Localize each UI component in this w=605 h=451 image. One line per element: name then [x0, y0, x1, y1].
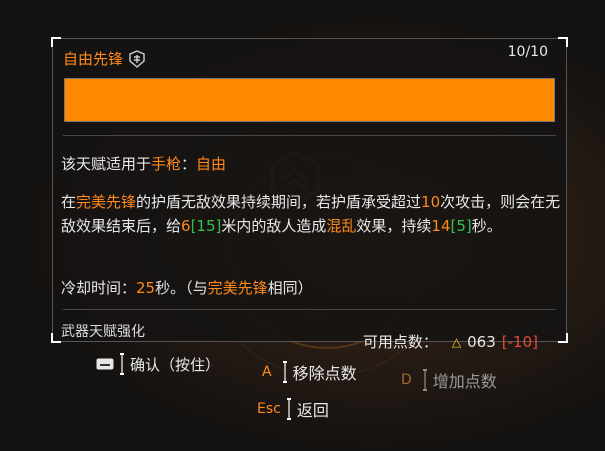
mouse-icon	[96, 358, 114, 370]
talent-applies-to: 该天赋适用于手枪：自由	[61, 153, 226, 174]
panel-corner	[51, 37, 61, 47]
talent-rank-count: 10/10	[507, 44, 548, 60]
talent-progress-fill	[65, 79, 554, 121]
talent-progress-bar	[64, 78, 555, 122]
divider	[63, 309, 556, 310]
cooldown-value: 25	[136, 279, 156, 297]
talent-panel: 自由先锋 10/10 该天赋适用于手枪：自由 在完美先锋的护盾无敌效果持续期间，…	[51, 37, 568, 351]
desc-effect: 混乱	[326, 217, 357, 235]
cooldown-label: 冷却时间：	[61, 279, 137, 297]
cooldown-text: 秒。（与	[155, 279, 208, 297]
remove-points-hint[interactable]: A 移除点数	[262, 360, 357, 384]
desc-range-bonus: [15]	[190, 217, 222, 235]
talent-title: 自由先锋	[63, 48, 145, 69]
panel-corner	[51, 333, 61, 343]
points-delta: [-10]	[501, 332, 538, 351]
talent-name: 自由先锋	[63, 50, 124, 68]
desc-duration-value: 14	[431, 217, 451, 235]
hint-separator	[286, 398, 291, 420]
back-hint[interactable]: Esc 返回	[257, 397, 329, 421]
key-a: A	[262, 364, 272, 380]
cooldown-talent-ref: 完美先锋	[207, 279, 268, 297]
cooldown-text: 相同）	[267, 279, 313, 297]
key-esc: Esc	[257, 401, 281, 417]
applies-colon: ：	[181, 155, 197, 173]
back-label: 返回	[296, 401, 329, 420]
desc-hits-value: 10	[421, 193, 441, 211]
hint-separator	[120, 353, 124, 375]
applies-weapon-name: 自由	[196, 155, 227, 173]
panel-corner	[558, 37, 568, 47]
available-points: 可用点数： △ 063 [-10]	[363, 331, 538, 352]
desc-range-value: 6	[181, 217, 191, 235]
hint-separator	[282, 361, 287, 383]
remove-points-label: 移除点数	[292, 364, 357, 383]
applies-label: 该天赋适用于	[61, 155, 152, 173]
add-points-hint[interactable]: D 增加点数	[401, 368, 497, 392]
panel-corner	[558, 333, 568, 343]
desc-talent-ref: 完美先锋	[76, 193, 137, 211]
desc-text: 米内的敌人造成	[221, 217, 327, 235]
triangle-icon: △	[451, 334, 462, 349]
talent-description: 在完美先锋的护盾无敌效果持续期间，若护盾承受超过10次攻击，则会在无敌效果结束后…	[61, 190, 561, 238]
add-points-label: 增加点数	[432, 372, 497, 391]
shield-badge-icon	[129, 49, 145, 68]
desc-text: 的护盾无敌效果持续期间，若护盾承受超过	[136, 193, 422, 211]
hint-separator	[422, 369, 427, 391]
weapon-talent-enhance-label: 武器天赋强化	[61, 324, 145, 340]
confirm-label: 确认（按住）	[130, 355, 221, 374]
points-value: 063	[467, 332, 496, 351]
key-d: D	[401, 372, 412, 388]
desc-duration-bonus: [5]	[450, 217, 472, 235]
desc-text: 效果，持续	[356, 217, 432, 235]
divider	[63, 135, 556, 136]
desc-text: 秒。	[471, 217, 502, 235]
applies-weapon-type: 手枪	[151, 155, 182, 173]
desc-text: 在	[61, 193, 77, 211]
points-label: 可用点数：	[362, 333, 438, 351]
confirm-hint[interactable]: 确认（按住）	[96, 353, 220, 375]
talent-cooldown: 冷却时间：25秒。（与完美先锋相同）	[61, 277, 313, 298]
